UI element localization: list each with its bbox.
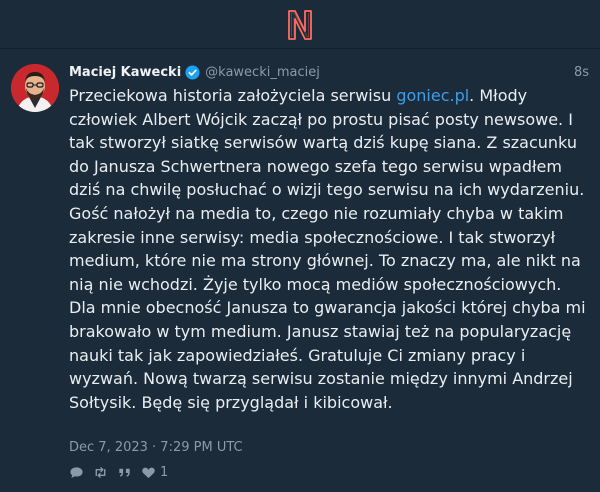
tweet-actions: 1 xyxy=(69,465,168,480)
reply-button[interactable] xyxy=(69,465,84,480)
quote-icon xyxy=(119,468,130,477)
verified-badge-icon xyxy=(185,64,200,80)
avatar[interactable] xyxy=(11,64,59,112)
tweet-date[interactable]: Dec 7, 2023 · 7:29 PM UTC xyxy=(69,440,243,455)
author-handle[interactable]: @kawecki_maciej xyxy=(205,65,320,80)
quote-button[interactable] xyxy=(117,465,132,480)
tweet-text-part: Przeciekowa historia założyciela serwisu xyxy=(69,86,397,105)
tweet-header: Maciej Kawecki @kawecki_maciej 8s xyxy=(69,62,589,82)
comment-icon xyxy=(70,467,83,479)
retweet-button[interactable] xyxy=(93,465,108,480)
like-count: 1 xyxy=(160,465,169,480)
tweet-text: Przeciekowa historia założyciela serwisu… xyxy=(69,84,589,414)
top-bar xyxy=(0,0,600,49)
like-button[interactable]: 1 xyxy=(141,465,168,480)
nitter-logo-icon[interactable] xyxy=(286,9,314,41)
tweet-link[interactable]: goniec.pl xyxy=(396,86,469,105)
heart-icon xyxy=(142,467,155,479)
tweet-time-ago[interactable]: 8s xyxy=(574,65,589,80)
retweet-icon xyxy=(95,467,106,478)
avatar-image xyxy=(11,64,59,112)
tweet: Maciej Kawecki @kawecki_maciej 8s Przeci… xyxy=(0,50,600,492)
author-display-name[interactable]: Maciej Kawecki xyxy=(69,65,181,80)
tweet-text-part: . Młody człowiek Albert Wójcik zaczął po… xyxy=(69,86,586,412)
